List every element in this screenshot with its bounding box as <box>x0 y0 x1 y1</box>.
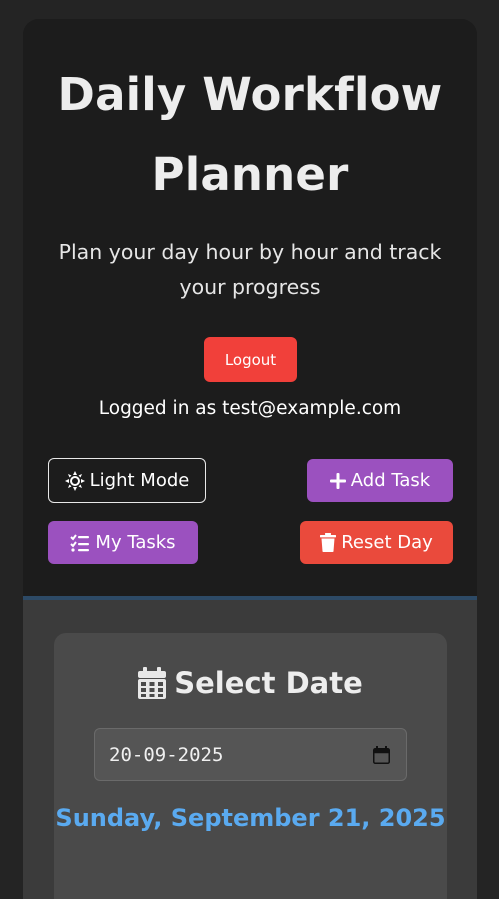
plus-icon <box>329 472 346 489</box>
reset-day-button[interactable]: Reset Day <box>300 521 453 564</box>
my-tasks-label: My Tasks <box>95 532 176 553</box>
trash-icon <box>320 533 337 552</box>
date-selector-card: Select Date 20-09-2025 Sunday, September… <box>54 633 447 899</box>
header: Daily Workflow Planner Plan your day hou… <box>23 19 477 597</box>
selected-date-display: Sunday, September 21, 2025 <box>55 804 446 832</box>
logged-in-status: Logged in as test@example.com <box>98 398 402 419</box>
date-input[interactable]: 20-09-2025 <box>94 728 407 781</box>
calendar-picker-icon[interactable] <box>370 744 392 766</box>
date-card-heading: Select Date <box>54 663 447 703</box>
sun-icon <box>64 470 85 491</box>
page-subtitle: Plan your day hour by hour and track you… <box>58 240 442 299</box>
add-task-label: Add Task <box>350 470 431 491</box>
date-input-value: 20-09-2025 <box>109 743 224 766</box>
light-mode-label: Light Mode <box>89 470 190 491</box>
light-mode-button[interactable]: Light Mode <box>48 458 206 503</box>
calendar-icon <box>138 667 167 699</box>
main-content: Select Date 20-09-2025 Sunday, September… <box>23 600 477 899</box>
my-tasks-button[interactable]: My Tasks <box>48 521 198 564</box>
date-card-title: Select Date <box>174 666 363 700</box>
page-title: Daily Workflow Planner <box>57 68 443 201</box>
planner-app: Daily Workflow Planner Plan your day hou… <box>23 19 477 899</box>
add-task-button[interactable]: Add Task <box>307 459 453 502</box>
reset-day-label: Reset Day <box>341 532 433 553</box>
checklist-icon <box>70 533 90 552</box>
logout-button[interactable]: Logout <box>204 337 297 382</box>
